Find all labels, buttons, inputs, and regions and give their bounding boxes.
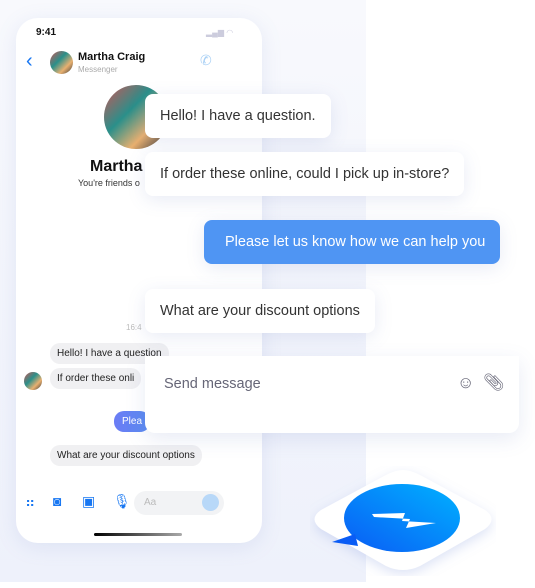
paperclip-icon[interactable]: 📎︎ [483,373,505,393]
send-message-input[interactable]: Send message [164,376,261,392]
camera-icon[interactable]: ◙ [53,493,61,509]
menu-dots-icon[interactable]: ⠶ [25,494,35,511]
message-bubble: What are your discount options [50,445,202,466]
avatar[interactable] [50,51,73,74]
signal-icon: ▂▄▆ ◠ [206,28,234,37]
overlay-bubble: Hello! I have a question. [145,94,331,138]
contact-name: Martha Craig [78,51,146,63]
image-icon[interactable]: ▣ [82,493,95,510]
microphone-icon[interactable]: 🎙︎ [113,493,131,510]
status-time: 9:41 [36,27,57,38]
phone-icon[interactable]: ✆ [200,52,212,69]
send-message-box[interactable]: Send message ☺ 📎︎ [145,356,519,433]
overlay-bubble-sent: Please let us know how we can help you [204,220,501,264]
contact-subtitle: Messenger [78,65,118,74]
profile-name: Martha [90,158,143,175]
sender-avatar [24,372,42,390]
friends-text: You're friends o [78,178,140,188]
messenger-logo [314,470,492,570]
overlay-bubble: What are your discount options [145,289,375,333]
message-bubble: If order these onli [50,368,142,389]
timestamp: 16:4 [126,323,142,332]
overlay-bubble: If order these online, could I pick up i… [145,152,465,196]
emoji-icon[interactable]: ☺ [457,373,474,393]
emoji-icon[interactable] [202,494,219,511]
back-icon[interactable]: ‹ [26,50,33,73]
home-indicator [94,533,182,536]
